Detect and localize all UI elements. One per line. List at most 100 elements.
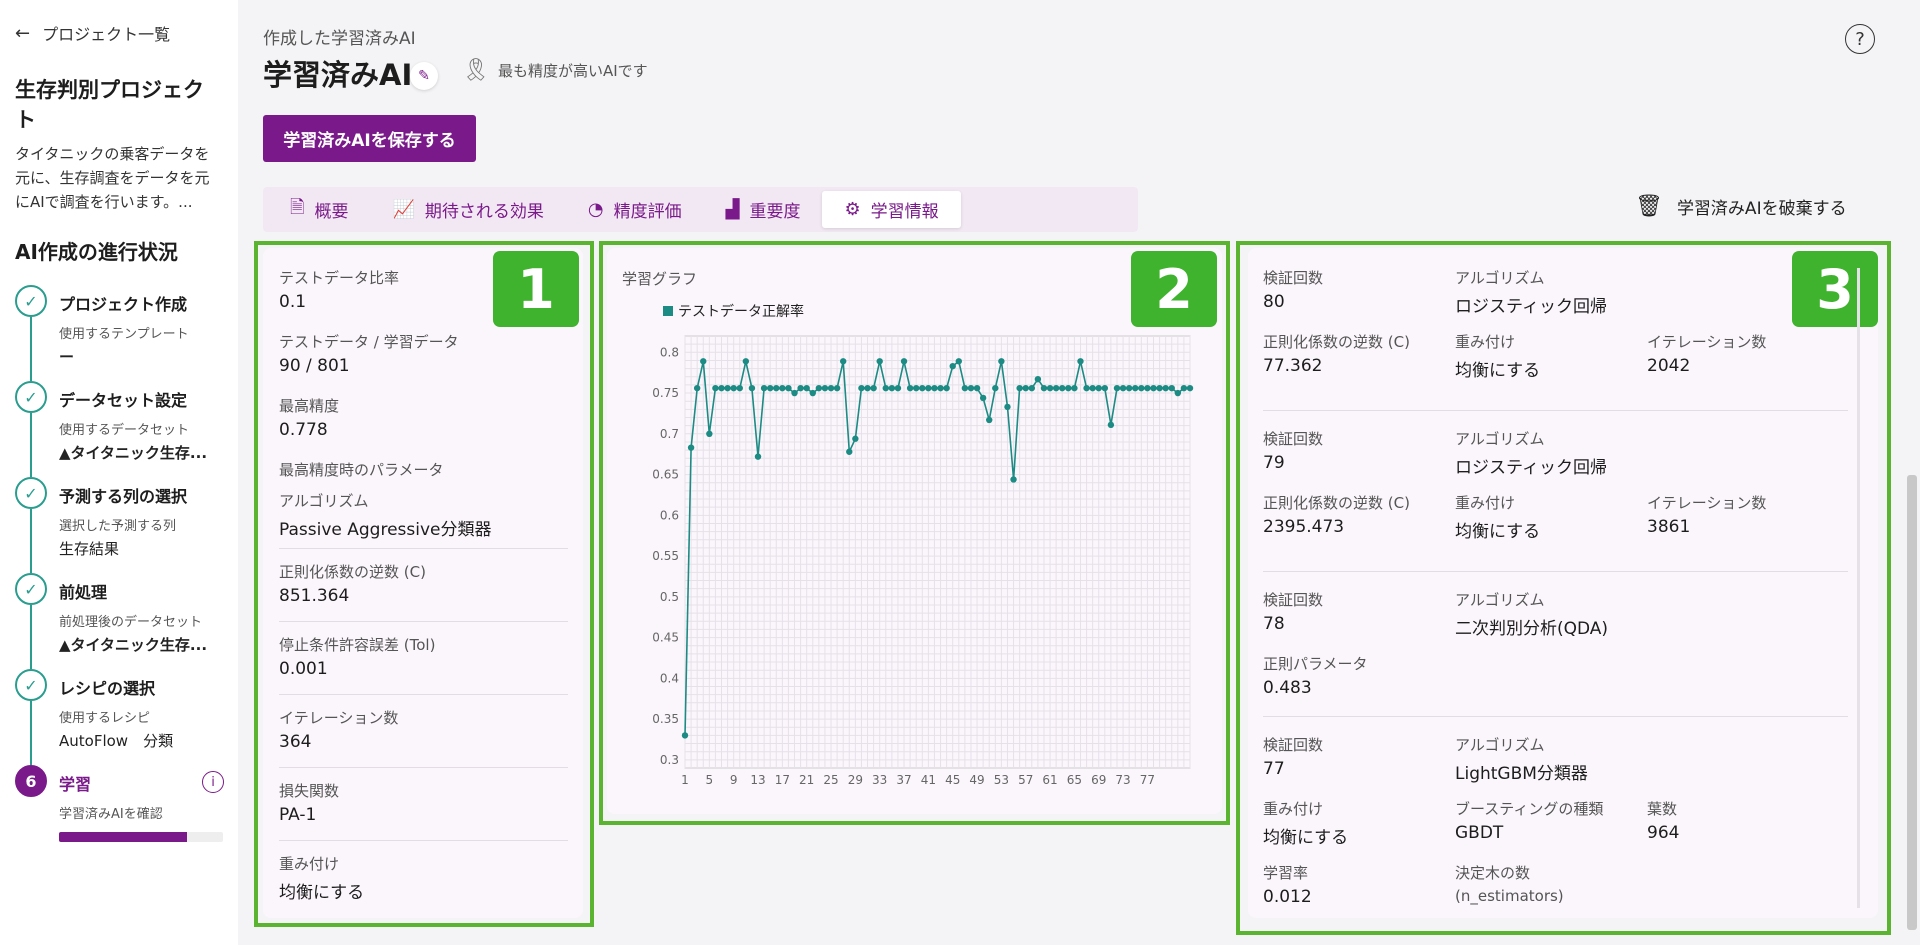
- edit-title-button[interactable]: ✎: [410, 62, 438, 90]
- x-tick-label: 17: [775, 773, 790, 787]
- y-tick-label: 0.3: [660, 753, 679, 767]
- trial-param: 決定木の数 (n_estimators): [1455, 862, 1564, 905]
- divider: [279, 840, 568, 841]
- trial-count: 検証回数 77: [1263, 734, 1323, 779]
- param-label: 正則パラメータ: [1263, 655, 1368, 673]
- accuracy-data-point: [1138, 384, 1145, 392]
- trial-param: 葉数 964: [1647, 798, 1679, 843]
- step-number: 6: [15, 765, 47, 797]
- accuracy-data-point: [1040, 384, 1048, 392]
- accuracy-data-point: [736, 384, 743, 392]
- step-preprocess[interactable]: ✓ 前処理 前処理後のデータセット ▲タイタニック生存...: [15, 573, 224, 669]
- tab-bar: 🗎 概要 📈 期待される効果 ◔ 精度評価 ▟ 重要度 ⚙ 学習情報: [263, 187, 1138, 232]
- accuracy-data-point: [1071, 384, 1078, 392]
- help-icon[interactable]: ?: [1845, 24, 1875, 54]
- info-icon[interactable]: i: [202, 771, 224, 793]
- accuracy-data-point: [821, 384, 829, 392]
- y-tick-label: 0.35: [652, 712, 679, 726]
- accuracy-data-point: [913, 384, 920, 392]
- accuracy-data-point: [693, 384, 701, 392]
- x-tick-label: 65: [1067, 773, 1082, 787]
- tab-expected-effect[interactable]: 📈 期待される効果: [370, 191, 565, 228]
- step-dataset[interactable]: ✓ データセット設定 使用するデータセット ▲タイタニック生存...: [15, 381, 224, 477]
- step-target-column[interactable]: ✓ 予測する列の選択 選択した予測する列 生存結果: [15, 477, 224, 573]
- tab-overview[interactable]: 🗎 概要: [268, 191, 370, 228]
- accuracy-data-point: [1186, 384, 1194, 392]
- accuracy-data-point: [973, 384, 981, 392]
- trial-algorithm: アルゴリズム 二次判別分析(QDA): [1455, 589, 1608, 639]
- accuracy-data-point: [791, 389, 798, 397]
- divider: [279, 621, 568, 622]
- accuracy-data-point: [979, 394, 987, 402]
- test-ratio-label: テストデータ比率: [279, 269, 400, 287]
- test-train-label: テストデータ / 学習データ: [279, 333, 459, 351]
- trial-count: 検証回数 78: [1263, 589, 1323, 634]
- tab-accuracy[interactable]: ◔ 精度評価: [566, 191, 704, 228]
- accuracy-data-point: [815, 384, 823, 392]
- page-title: 学習済みAI: [263, 58, 413, 92]
- accuracy-data-point: [992, 384, 999, 392]
- trial-param: ブースティングの種類 GBDT: [1455, 798, 1603, 843]
- x-tick-label: 33: [872, 773, 887, 787]
- accuracy-data-point: [760, 384, 768, 392]
- accuracy-data-point: [894, 384, 902, 392]
- accuracy-data-point: [748, 384, 756, 392]
- y-tick-label: 0.5: [660, 590, 679, 604]
- param-value: 2042: [1647, 356, 1691, 376]
- best-params: 最高精度時のパラメータ アルゴリズム Passive Aggressive分類器: [279, 459, 492, 540]
- param-value: 0.483: [1263, 678, 1312, 698]
- podium-icon: ▟: [725, 199, 740, 220]
- step-project-create[interactable]: ✓ プロジェクト作成 使用するテンプレート ー: [15, 285, 224, 381]
- accuracy-data-point: [986, 416, 993, 424]
- param-value: (n_estimators): [1455, 887, 1564, 905]
- param-label: 重み付け: [1455, 333, 1516, 351]
- accuracy-data-point: [1101, 384, 1109, 392]
- accuracy-data-point: [1168, 384, 1175, 392]
- iteration-param: イテレーション数 364: [279, 707, 398, 752]
- step-recipe[interactable]: ✓ レシピの選択 使用するレシピ AutoFlow 分類: [15, 669, 224, 765]
- trial-count-value: 79: [1263, 453, 1285, 473]
- param-value: 均衡にする: [1263, 828, 1349, 848]
- y-tick-label: 0.55: [652, 549, 679, 563]
- step-training[interactable]: 6 学習 i 学習済みAIを確認: [15, 765, 224, 861]
- pencil-icon: ✎: [418, 68, 430, 84]
- tab-importance[interactable]: ▟ 重要度: [704, 191, 823, 228]
- save-trained-ai-button[interactable]: 学習済みAIを保存する: [263, 115, 476, 162]
- accuracy-data-point: [900, 358, 908, 365]
- param-label: イテレーション数: [1647, 333, 1767, 351]
- accuracy-data-point: [1156, 384, 1163, 392]
- accuracy-data-point: [1113, 384, 1121, 392]
- accuracy-data-point: [1052, 384, 1060, 392]
- param-label: 正則化係数の逆数 (C): [1263, 494, 1410, 512]
- accuracy-data-point: [919, 384, 926, 392]
- tab-training-info[interactable]: ⚙ 学習情報: [822, 191, 961, 228]
- discard-trained-ai-button[interactable]: 🗑 学習済みAIを破棄する: [1635, 194, 1847, 219]
- sidebar: ← プロジェクト一覧 生存判別プロジェクト タイタニックの乗客データを元に、生存…: [0, 0, 238, 945]
- panel-scrollbar[interactable]: [1857, 268, 1860, 908]
- algorithm-value: LightGBM分類器: [1455, 764, 1588, 784]
- accuracy-data-point: [1144, 384, 1151, 392]
- divider: [279, 548, 568, 549]
- check-icon: ✓: [15, 381, 47, 413]
- y-tick-label: 0.65: [652, 468, 679, 482]
- accuracy-data-point: [1107, 421, 1115, 429]
- accuracy-data-point: [943, 384, 950, 392]
- step-sub: 選択した予測する列: [59, 519, 177, 534]
- trial-param: 重み付け 均衡にする: [1455, 331, 1540, 381]
- page-subtitle: 作成した学習済みAI: [263, 29, 416, 49]
- param-label: 重み付け: [1455, 494, 1516, 512]
- x-tick-label: 29: [848, 773, 863, 787]
- best-accuracy-label: 最高精度: [279, 397, 340, 415]
- page-scrollbar[interactable]: [1907, 475, 1917, 930]
- accuracy-data-point: [712, 384, 719, 392]
- test-train-value: 90 / 801: [279, 356, 350, 376]
- accuracy-data-point: [1046, 384, 1054, 392]
- accuracy-data-point: [1004, 403, 1011, 411]
- step-connector: [30, 701, 32, 765]
- back-to-project-list[interactable]: ← プロジェクト一覧: [15, 20, 224, 46]
- algorithm-label: アルゴリズム: [1455, 430, 1545, 448]
- trial-param: 正則パラメータ 0.483: [1263, 653, 1368, 698]
- accuracy-data-point: [906, 384, 914, 392]
- test-ratio-value: 0.1: [279, 292, 307, 312]
- trial-count-label: 検証回数: [1263, 430, 1324, 448]
